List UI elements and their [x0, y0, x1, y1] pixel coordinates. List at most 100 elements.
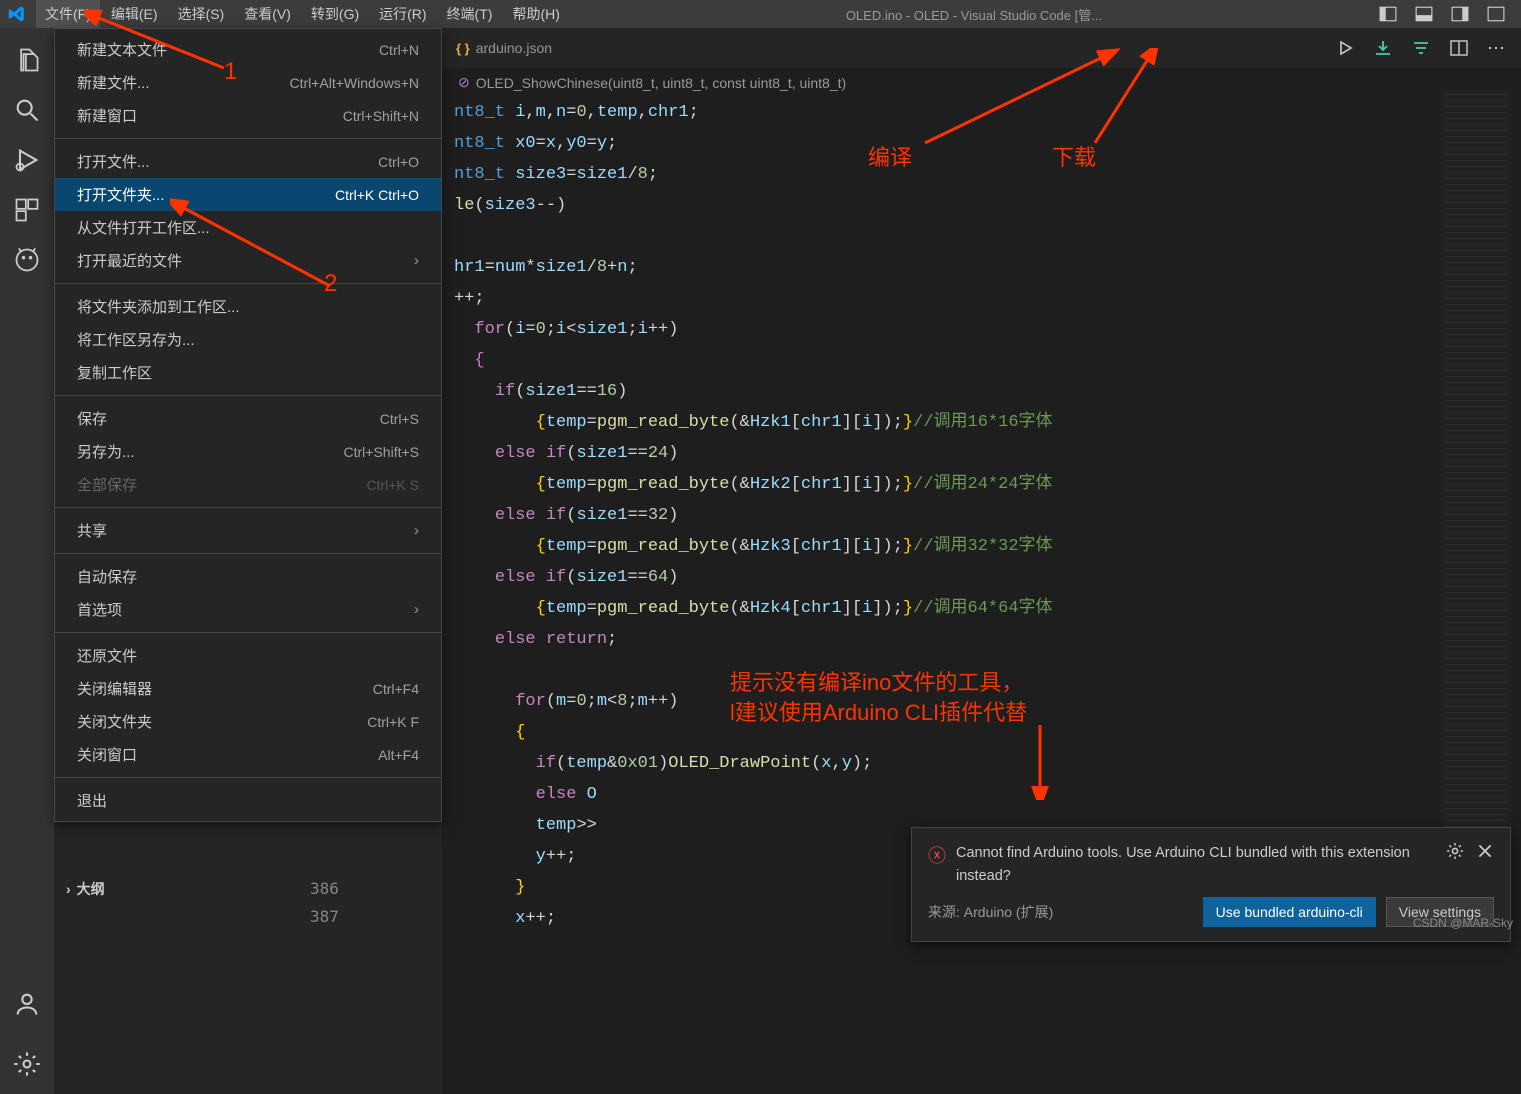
- menu-item[interactable]: 退出: [55, 784, 441, 817]
- breadcrumb[interactable]: ⊘ OLED_ShowChinese(uint8_t, uint8_t, con…: [442, 68, 1521, 97]
- activity-search[interactable]: [11, 90, 43, 130]
- menu-run[interactable]: 运行(R): [370, 0, 435, 28]
- menu-item-shortcut: Ctrl+O: [378, 154, 419, 170]
- menu-file[interactable]: 文件(F): [36, 0, 100, 28]
- menu-item[interactable]: 复制工作区: [55, 356, 441, 389]
- menu-item-label: 打开文件...: [77, 151, 378, 172]
- close-icon[interactable]: [1476, 842, 1494, 860]
- menu-edit[interactable]: 编辑(E): [102, 0, 167, 28]
- error-icon: ⓧ: [928, 842, 946, 868]
- use-bundled-button[interactable]: Use bundled arduino-cli: [1203, 897, 1376, 927]
- activity-extensions[interactable]: [11, 190, 43, 230]
- tab-arduino-json[interactable]: { } arduino.json: [442, 31, 566, 65]
- menu-separator: [55, 283, 441, 284]
- menu-item[interactable]: 关闭编辑器Ctrl+F4: [55, 672, 441, 705]
- menu-terminal[interactable]: 终端(T): [438, 0, 502, 28]
- menu-item-shortcut: Ctrl+Shift+N: [343, 108, 419, 124]
- menu-item-label: 将文件夹添加到工作区...: [77, 296, 419, 317]
- editor-actions: ⋯: [1335, 38, 1521, 59]
- menu-item[interactable]: 关闭窗口Alt+F4: [55, 738, 441, 771]
- outline-section[interactable]: › 大纲: [54, 875, 442, 903]
- code-editor[interactable]: nt8_t i,m,n=0,temp,chr1; nt8_t x0=x,y0=y…: [442, 97, 1521, 1094]
- chevron-right-icon: ›: [66, 881, 71, 897]
- watermark: CSDN @MAR-Sky: [1413, 916, 1513, 930]
- menu-item-label: 打开文件夹...: [77, 184, 335, 205]
- activity-account[interactable]: [11, 984, 43, 1024]
- activity-debug[interactable]: [11, 140, 43, 180]
- title-controls: [1379, 5, 1505, 23]
- menu-item[interactable]: 首选项›: [55, 593, 441, 626]
- menu-item-shortcut: Ctrl+F4: [373, 681, 419, 697]
- menu-item-label: 从文件打开工作区...: [77, 217, 419, 238]
- menu-item[interactable]: 从文件打开工作区...: [55, 211, 441, 244]
- menu-item[interactable]: 将工作区另存为...: [55, 323, 441, 356]
- menu-item-label: 还原文件: [77, 645, 419, 666]
- menu-item[interactable]: 共享›: [55, 514, 441, 547]
- toggle-panel-icon[interactable]: [1379, 5, 1397, 23]
- menu-item[interactable]: 打开文件夹...Ctrl+K Ctrl+O: [55, 178, 441, 211]
- menu-item[interactable]: 保存Ctrl+S: [55, 402, 441, 435]
- toggle-bottom-icon[interactable]: [1415, 5, 1433, 23]
- menu-separator: [55, 507, 441, 508]
- menu-item[interactable]: 新建文本文件Ctrl+N: [55, 33, 441, 66]
- menu-item-label: 新建文本文件: [77, 39, 379, 60]
- menu-help[interactable]: 帮助(H): [503, 0, 568, 28]
- menu-item[interactable]: 新建窗口Ctrl+Shift+N: [55, 99, 441, 132]
- notification-source: 来源: Arduino (扩展): [928, 902, 1053, 922]
- menu-item-shortcut: Alt+F4: [378, 747, 419, 763]
- filter-icon[interactable]: [1411, 38, 1431, 58]
- file-menu-dropdown: 新建文本文件Ctrl+N新建文件...Ctrl+Alt+Windows+N新建窗…: [54, 28, 442, 822]
- menu-goto[interactable]: 转到(G): [302, 0, 368, 28]
- menu-item-label: 新建文件...: [77, 72, 289, 93]
- menu-item[interactable]: 自动保存: [55, 560, 441, 593]
- menu-item[interactable]: 关闭文件夹Ctrl+K F: [55, 705, 441, 738]
- line-numbers-fragment: 386 387: [310, 875, 339, 931]
- split-icon[interactable]: [1449, 38, 1469, 58]
- menu-item[interactable]: 新建文件...Ctrl+Alt+Windows+N: [55, 66, 441, 99]
- menu-item-shortcut: Ctrl+Alt+Windows+N: [289, 75, 419, 91]
- menu-item-shortcut: Ctrl+N: [379, 42, 419, 58]
- menu-item-shortcut: Ctrl+K S: [366, 477, 419, 493]
- menu-item[interactable]: 还原文件: [55, 639, 441, 672]
- gear-icon[interactable]: [1446, 842, 1464, 860]
- title-bar: 文件(F) 编辑(E) 选择(S) 查看(V) 转到(G) 运行(R) 终端(T…: [0, 0, 1521, 28]
- method-icon: ⊘: [458, 74, 470, 91]
- more-icon[interactable]: ⋯: [1487, 38, 1505, 59]
- verify-icon[interactable]: [1335, 38, 1355, 58]
- toggle-right-icon[interactable]: [1451, 5, 1469, 23]
- menu-item-label: 关闭窗口: [77, 744, 378, 765]
- chevron-right-icon: ›: [414, 522, 419, 539]
- menu-select[interactable]: 选择(S): [169, 0, 234, 28]
- menu-item-label: 打开最近的文件: [77, 250, 406, 271]
- menu-item-label: 新建窗口: [77, 105, 343, 126]
- menu-item[interactable]: 全部保存Ctrl+K S: [55, 468, 441, 501]
- menu-item[interactable]: 将文件夹添加到工作区...: [55, 290, 441, 323]
- menu-item[interactable]: 另存为...Ctrl+Shift+S: [55, 435, 441, 468]
- activity-explorer[interactable]: [11, 40, 43, 80]
- menu-item-label: 关闭文件夹: [77, 711, 367, 732]
- menu-item-shortcut: Ctrl+S: [380, 411, 419, 427]
- layout-icon[interactable]: [1487, 5, 1505, 23]
- menubar: 文件(F) 编辑(E) 选择(S) 查看(V) 转到(G) 运行(R) 终端(T…: [36, 0, 569, 28]
- menu-item-label: 另存为...: [77, 441, 344, 462]
- chevron-right-icon: ›: [414, 252, 419, 269]
- tab-label: arduino.json: [476, 40, 552, 56]
- activity-settings[interactable]: [11, 1044, 43, 1084]
- minimap[interactable]: [1441, 90, 1511, 910]
- vscode-logo-icon: [8, 5, 26, 23]
- menu-item-label: 复制工作区: [77, 362, 419, 383]
- menu-view[interactable]: 查看(V): [235, 0, 300, 28]
- menu-item[interactable]: 打开文件...Ctrl+O: [55, 145, 441, 178]
- menu-separator: [55, 553, 441, 554]
- menu-separator: [55, 395, 441, 396]
- activity-bar: [0, 28, 54, 1094]
- activity-platformio[interactable]: [11, 240, 43, 280]
- menu-item-shortcut: Ctrl+K F: [367, 714, 419, 730]
- breadcrumb-text: OLED_ShowChinese(uint8_t, uint8_t, const…: [476, 75, 846, 91]
- menu-item[interactable]: 打开最近的文件 ›: [55, 244, 441, 277]
- tab-bar: { } arduino.json ⋯: [442, 28, 1521, 68]
- upload-icon[interactable]: [1373, 38, 1393, 58]
- menu-item-shortcut: Ctrl+K Ctrl+O: [335, 187, 419, 203]
- menu-item-label: 全部保存: [77, 474, 366, 495]
- menu-item-shortcut: Ctrl+Shift+S: [344, 444, 419, 460]
